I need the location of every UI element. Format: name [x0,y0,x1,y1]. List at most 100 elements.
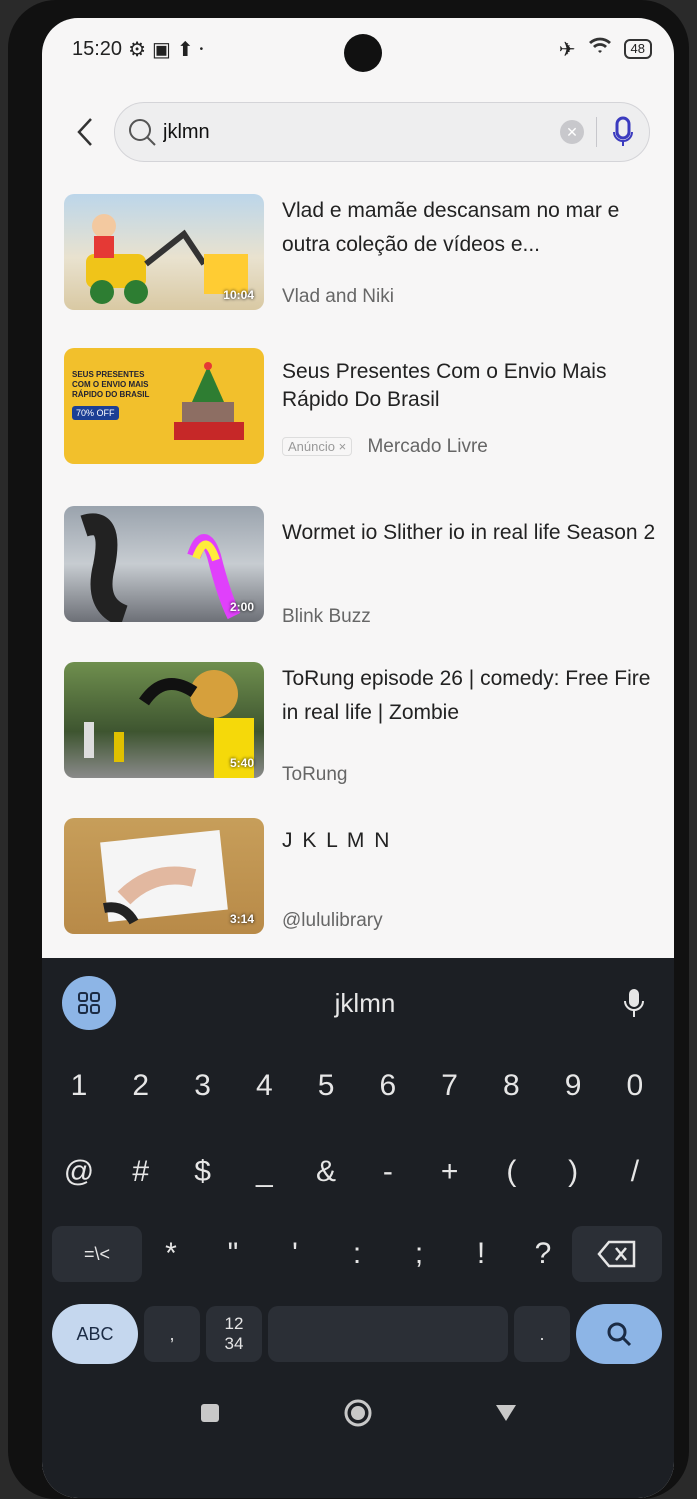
channel-name[interactable]: Vlad and Niki [282,286,394,308]
back-button[interactable] [56,102,114,162]
symbol-key[interactable]: ( [484,1144,538,1200]
phone-frame: 15:20 ⚙ ▣ ⬆ • ✈ 48 ✕ [8,0,689,1499]
symbol-key[interactable]: ) [546,1144,600,1200]
ad-thumbnail-text: SEUS PRESENTES COM O ENVIO MAIS RÁPIDO D… [72,370,150,399]
navigation-bar [42,1368,674,1458]
microphone-icon [613,116,633,146]
airplane-icon: ✈ [558,38,576,61]
number-row: 1234567890 [52,1058,662,1114]
channel-name[interactable]: Blink Buzz [282,606,371,628]
number-key[interactable]: 4 [237,1058,291,1114]
symbol-key[interactable]: ? [516,1226,570,1282]
front-camera [344,34,382,72]
number-key[interactable]: 1 [52,1058,106,1114]
numpad-key[interactable]: 12 34 [206,1306,262,1362]
symbol-key[interactable]: _ [237,1144,291,1200]
symbol-key[interactable]: @ [52,1144,106,1200]
symbol-key[interactable]: $ [176,1144,230,1200]
recents-button[interactable] [190,1393,230,1433]
keyboard-suggestion-bar: jklmn [42,958,674,1048]
comma-key[interactable]: , [144,1306,200,1362]
keyboard-apps-button[interactable] [62,976,116,1030]
ad-title[interactable]: Seus Presentes Com o Envio Mais Rápido D… [282,358,662,414]
bottom-row: ABC , 12 34 . [52,1304,662,1364]
clear-button[interactable]: ✕ [560,120,584,144]
number-key[interactable]: 7 [423,1058,477,1114]
search-input[interactable] [163,120,560,144]
close-icon: ✕ [566,123,578,140]
video-thumbnail[interactable]: 3:14 [64,818,264,934]
period-key[interactable]: . [514,1306,570,1362]
circle-icon [344,1399,372,1427]
symbol-key[interactable]: : [330,1226,384,1282]
symbol-key[interactable]: & [299,1144,353,1200]
number-key[interactable]: 2 [114,1058,168,1114]
word-suggestion[interactable]: jklmn [335,988,396,1019]
video-thumbnail[interactable]: 2:00 [64,506,264,622]
video-thumbnail[interactable]: 5:40 [64,662,264,778]
video-title[interactable]: J K L M N [282,824,662,858]
search-key[interactable] [576,1304,662,1364]
video-title[interactable]: ToRung episode 26 | comedy: Free Fire in… [282,662,662,730]
video-title[interactable]: Vlad e mamãe descansam no mar e outra co… [282,194,662,262]
number-key[interactable]: 0 [608,1058,662,1114]
symbol-row-2: =\< * " ':;!? [52,1226,662,1282]
symbol-key[interactable]: ; [392,1226,446,1282]
list-item[interactable]: 10:04 Vlad e mamãe descansam no mar e ou… [42,194,674,324]
symbol-key[interactable]: # [114,1144,168,1200]
home-button[interactable] [338,1393,378,1433]
video-duration: 3:14 [229,912,254,926]
ad-thumbnail[interactable]: SEUS PRESENTES COM O ENVIO MAIS RÁPIDO D… [64,348,264,464]
symbol-key[interactable]: + [423,1144,477,1200]
divider [596,117,597,147]
triangle-down-icon [496,1405,516,1421]
number-key[interactable]: 5 [299,1058,353,1114]
ad-badge[interactable]: Anúncio × [282,437,353,457]
number-key[interactable]: 9 [546,1058,600,1114]
video-thumbnail[interactable]: 10:04 [64,194,264,310]
list-item[interactable]: 3:14 J K L M N @lululibrary [42,818,674,948]
symbol-key[interactable]: - [361,1144,415,1200]
symbol-key[interactable]: * [144,1226,198,1282]
video-duration: 5:40 [229,756,254,770]
search-icon [607,1322,632,1347]
number-key[interactable]: 6 [361,1058,415,1114]
video-title[interactable]: Wormet io Slither io in real life Season… [282,516,662,550]
symbol-key[interactable]: ' [268,1226,322,1282]
space-key[interactable] [268,1306,508,1362]
list-item[interactable]: 2:00 Wormet io Slither io in real life S… [42,506,674,636]
number-key[interactable]: 3 [176,1058,230,1114]
keyboard: jklmn 1234567890 @ # $ _ & - +() / =\< * " ':;!? … [42,958,674,1498]
channel-name[interactable]: ToRung [282,764,348,786]
video-duration: 2:00 [229,600,254,614]
screen: 15:20 ⚙ ▣ ⬆ • ✈ 48 ✕ [42,18,674,1498]
dot-icon: • [199,43,204,55]
symbol-key[interactable]: ! [454,1226,508,1282]
list-item-ad[interactable]: SEUS PRESENTES COM O ENVIO MAIS RÁPIDO D… [42,348,674,478]
grid-icon [78,992,100,1014]
number-key[interactable]: 8 [484,1058,538,1114]
abc-key[interactable]: ABC [52,1304,138,1364]
gear-icon: ⚙ [128,38,146,61]
keyboard-voice-button[interactable] [614,981,654,1025]
advertiser-name[interactable]: Mercado Livre [367,436,487,457]
back-nav-button[interactable] [486,1393,526,1433]
clock: 15:20 [72,37,123,60]
wifi-icon [588,37,612,61]
symbol-key[interactable]: " [206,1226,260,1282]
backspace-key[interactable] [572,1226,662,1282]
video-duration: 10:04 [223,288,254,302]
search-icon [129,119,156,146]
square-icon [201,1404,219,1422]
app-notification-icon: ▣ [152,38,171,61]
symbol-key[interactable]: / [608,1144,662,1200]
backspace-icon [597,1240,636,1268]
more-symbols-key[interactable]: =\< [52,1226,142,1282]
voice-search-button[interactable] [609,114,637,150]
list-item[interactable]: 5:40 ToRung episode 26 | comedy: Free Fi… [42,662,674,792]
toys-image [174,362,244,440]
search-field[interactable]: ✕ [114,102,650,162]
search-bar: ✕ [42,90,674,174]
upload-icon: ⬆ [176,38,194,61]
channel-name[interactable]: @lululibrary [282,910,383,932]
